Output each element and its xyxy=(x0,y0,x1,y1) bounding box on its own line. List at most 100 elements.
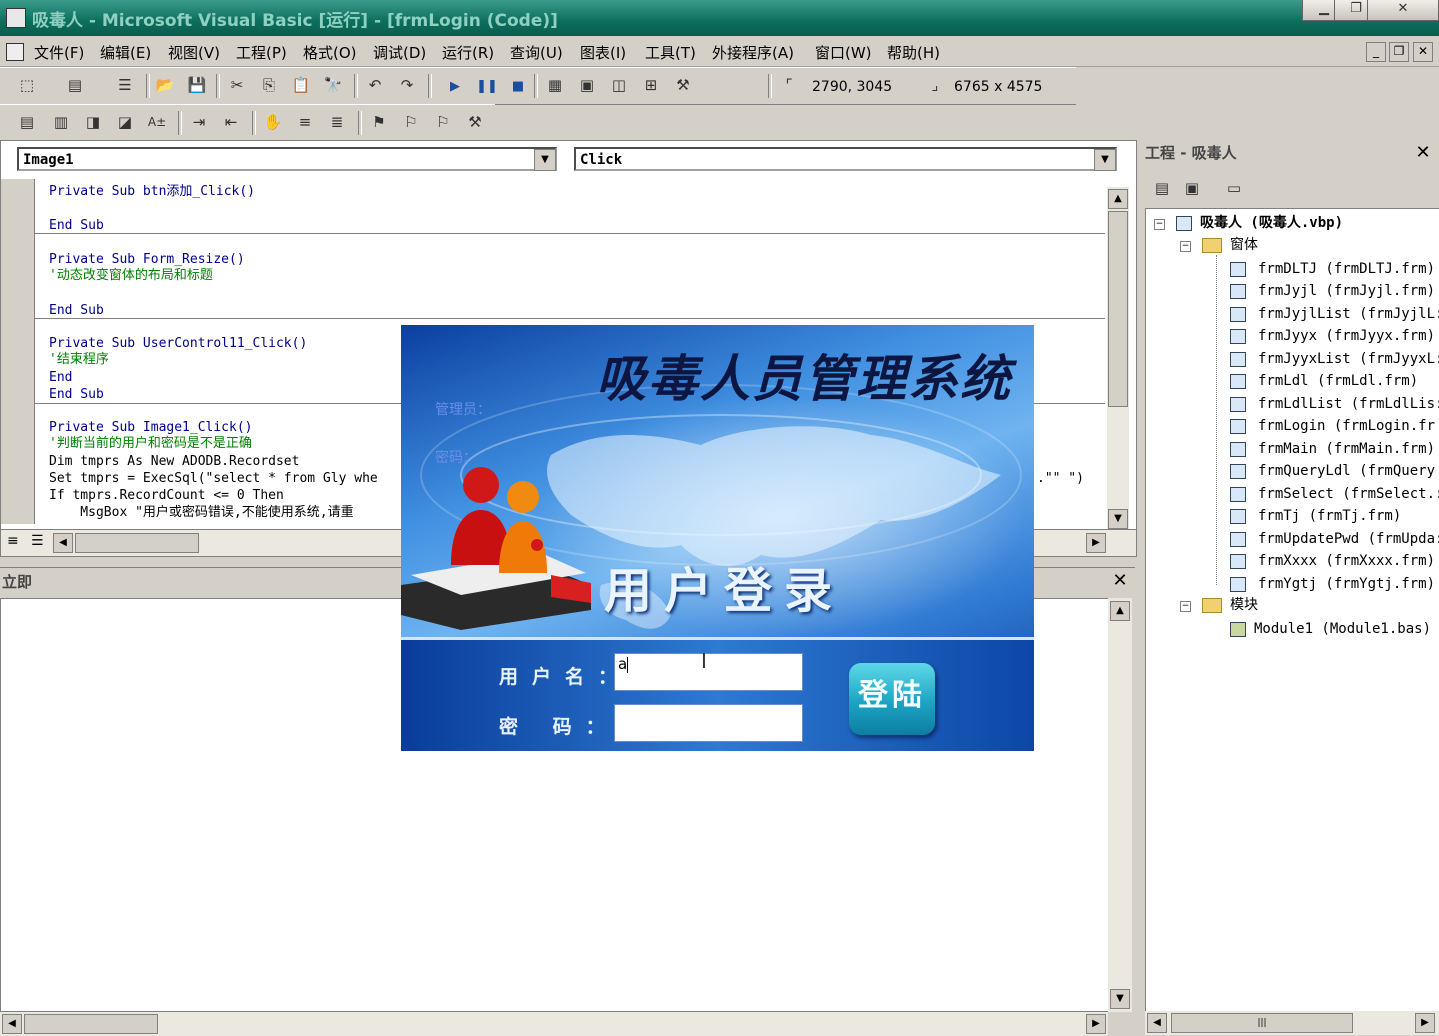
tree-form-item[interactable]: frmSelect (frmSelect.: xyxy=(1230,484,1439,504)
tree-form-item[interactable]: frmJyyxList (frmJyyxL: xyxy=(1230,349,1439,369)
menu-addins[interactable]: 外接程序(A) xyxy=(712,42,794,63)
close-icon[interactable]: ✕ xyxy=(1110,571,1130,591)
view-object-icon[interactable]: ▣ xyxy=(1181,177,1203,199)
list-constants-icon[interactable]: ▥ xyxy=(50,111,72,133)
scroll-left-button[interactable]: ◀ xyxy=(2,1014,22,1034)
code-line[interactable]: Private Sub UserControl11_Click() xyxy=(49,336,307,352)
tree-form-item[interactable]: frmYgtj (frmYgtj.frm) xyxy=(1230,574,1435,594)
uncomment-block-icon[interactable]: ≣ xyxy=(326,111,348,133)
horizontal-scroll-thumb[interactable] xyxy=(75,533,199,553)
code-comment[interactable]: '判断当前的用户和密码是不是正确 xyxy=(49,436,252,452)
previous-bookmark-icon[interactable]: ⚐ xyxy=(432,111,454,133)
menu-edit[interactable]: 编辑(E) xyxy=(100,42,151,63)
code-line[interactable]: Set tmprs = ExecSql("select * from Gly w… xyxy=(49,471,378,487)
code-window-icon[interactable] xyxy=(6,43,24,61)
menu-view[interactable]: 视图(V) xyxy=(168,42,220,63)
pause-icon[interactable]: ❚❚ xyxy=(476,76,498,98)
copy-icon[interactable]: ⎘ xyxy=(258,74,280,96)
project-explorer-icon[interactable]: ▦ xyxy=(544,74,566,96)
indent-icon[interactable]: ⇥ xyxy=(188,111,210,133)
close-icon[interactable]: ✕ xyxy=(1413,143,1433,163)
menu-tools[interactable]: 工具(T) xyxy=(645,42,696,63)
tree-form-item[interactable]: frmUpdatePwd (frmUpda: xyxy=(1230,529,1439,549)
horizontal-scroll-thumb[interactable]: ||| xyxy=(1171,1013,1353,1033)
save-icon[interactable]: 💾 xyxy=(186,74,208,96)
scroll-left-button[interactable]: ◀ xyxy=(53,533,73,553)
toggle-breakpoint-icon[interactable]: ✋ xyxy=(262,111,284,133)
full-module-view-icon[interactable]: ☰ xyxy=(31,533,44,549)
horizontal-scroll-thumb[interactable] xyxy=(24,1014,158,1034)
immediate-horizontal-scrollbar[interactable]: ◀ ▶ xyxy=(0,1011,1108,1036)
code-line-tail[interactable]: ."" ") xyxy=(1037,471,1084,487)
tree-form-item[interactable]: frmQueryLdl (frmQuery xyxy=(1230,461,1435,481)
complete-word-icon[interactable]: A± xyxy=(146,111,168,133)
code-line[interactable]: Private Sub Image1_Click() xyxy=(49,420,253,436)
menu-editor-icon[interactable]: ☰ xyxy=(114,74,136,96)
open-icon[interactable]: 📂 xyxy=(154,74,176,96)
code-line[interactable]: MsgBox "用户或密码错误,不能使用系统,请重 xyxy=(49,505,353,521)
tree-form-item[interactable]: frmLdlList (frmLdlLis: xyxy=(1230,394,1439,414)
scroll-left-button[interactable]: ◀ xyxy=(1147,1013,1167,1033)
code-line[interactable]: End Sub xyxy=(49,218,104,234)
scroll-right-button[interactable]: ▶ xyxy=(1415,1013,1435,1033)
code-line[interactable]: Private Sub Form_Resize() xyxy=(49,252,245,268)
code-line[interactable]: End Sub xyxy=(49,387,104,403)
menu-help[interactable]: 帮助(H) xyxy=(887,42,940,63)
scroll-up-button[interactable]: ▲ xyxy=(1108,189,1128,209)
margin-indicator-bar[interactable] xyxy=(1,179,35,524)
object-combo[interactable]: Image1 xyxy=(17,147,557,171)
list-properties-icon[interactable]: ▤ xyxy=(16,111,38,133)
collapse-icon[interactable]: − xyxy=(1180,241,1191,252)
comment-block-icon[interactable]: ≡ xyxy=(294,111,316,133)
immediate-vertical-scrollbar[interactable]: ▲ ▼ xyxy=(1108,598,1132,1012)
menu-format[interactable]: 格式(O) xyxy=(303,42,357,63)
procedure-combo[interactable]: Click xyxy=(574,147,1117,171)
menu-debug[interactable]: 调试(D) xyxy=(373,42,426,63)
menu-window[interactable]: 窗口(W) xyxy=(815,42,872,63)
scroll-right-button[interactable]: ▶ xyxy=(1086,533,1106,553)
redo-icon[interactable]: ↷ xyxy=(396,74,418,96)
tree-form-item[interactable]: frmLdl (frmLdl.frm) xyxy=(1230,371,1418,391)
code-line[interactable]: Dim tmprs As New ADODB.Recordset xyxy=(49,454,299,470)
code-vertical-scrollbar[interactable]: ▲ ▼ xyxy=(1107,187,1129,531)
collapse-icon[interactable]: − xyxy=(1154,219,1165,230)
login-button[interactable]: 登陆 xyxy=(849,663,935,735)
child-close-button[interactable]: ✕ xyxy=(1413,42,1433,62)
chevron-down-icon[interactable]: ▼ xyxy=(1094,149,1116,171)
parameter-info-icon[interactable]: ◪ xyxy=(114,111,136,133)
outdent-icon[interactable]: ⇤ xyxy=(220,111,242,133)
paste-icon[interactable]: 📋 xyxy=(290,74,312,96)
run-icon[interactable]: ▶ xyxy=(444,76,466,98)
scroll-up-button[interactable]: ▲ xyxy=(1110,601,1130,621)
cut-icon[interactable]: ✂ xyxy=(226,74,248,96)
tree-form-item[interactable]: frmJyyx (frmJyyx.frm) xyxy=(1230,326,1435,346)
tree-form-item[interactable]: frmJyjl (frmJyjl.frm) xyxy=(1230,281,1435,301)
menu-query[interactable]: 查询(U) xyxy=(510,42,563,63)
password-field[interactable] xyxy=(614,704,803,742)
toggle-folders-icon[interactable]: ▭ xyxy=(1223,177,1245,199)
tree-project-root[interactable]: 吸毒人 (吸毒人.vbp) xyxy=(1176,213,1343,233)
tree-form-item[interactable]: frmMain (frmMain.frm) xyxy=(1230,439,1435,459)
tree-forms-folder[interactable]: 窗体 xyxy=(1202,235,1258,255)
tree-module-item[interactable]: Module1 (Module1.bas) xyxy=(1230,619,1431,639)
collapse-icon[interactable]: − xyxy=(1180,601,1191,612)
menu-run[interactable]: 运行(R) xyxy=(442,42,494,63)
project-horizontal-scrollbar[interactable]: ◀ ||| ▶ xyxy=(1145,1011,1439,1035)
add-form-icon[interactable]: ▤ xyxy=(64,74,86,96)
clear-bookmarks-icon[interactable]: ⚒ xyxy=(464,111,486,133)
scroll-down-button[interactable]: ▼ xyxy=(1108,509,1128,529)
scroll-right-button[interactable]: ▶ xyxy=(1086,1014,1106,1034)
toggle-bookmark-icon[interactable]: ⚑ xyxy=(368,111,390,133)
code-line[interactable]: End xyxy=(49,370,72,386)
quick-info-icon[interactable]: ◨ xyxy=(82,111,104,133)
tree-form-item[interactable]: frmTj (frmTj.frm) xyxy=(1230,506,1401,526)
properties-window-icon[interactable]: ▣ xyxy=(576,74,598,96)
close-button[interactable]: ✕ xyxy=(1367,0,1439,21)
scroll-down-button[interactable]: ▼ xyxy=(1110,989,1130,1009)
scroll-thumb[interactable] xyxy=(1108,211,1128,407)
tree-form-item[interactable]: frmXxxx (frmXxxx.frm) xyxy=(1230,551,1435,571)
code-line[interactable]: End Sub xyxy=(49,303,104,319)
username-field[interactable]: a xyxy=(614,653,803,691)
tree-modules-folder[interactable]: 模块 xyxy=(1202,595,1258,615)
code-comment[interactable]: '结束程序 xyxy=(49,352,109,368)
